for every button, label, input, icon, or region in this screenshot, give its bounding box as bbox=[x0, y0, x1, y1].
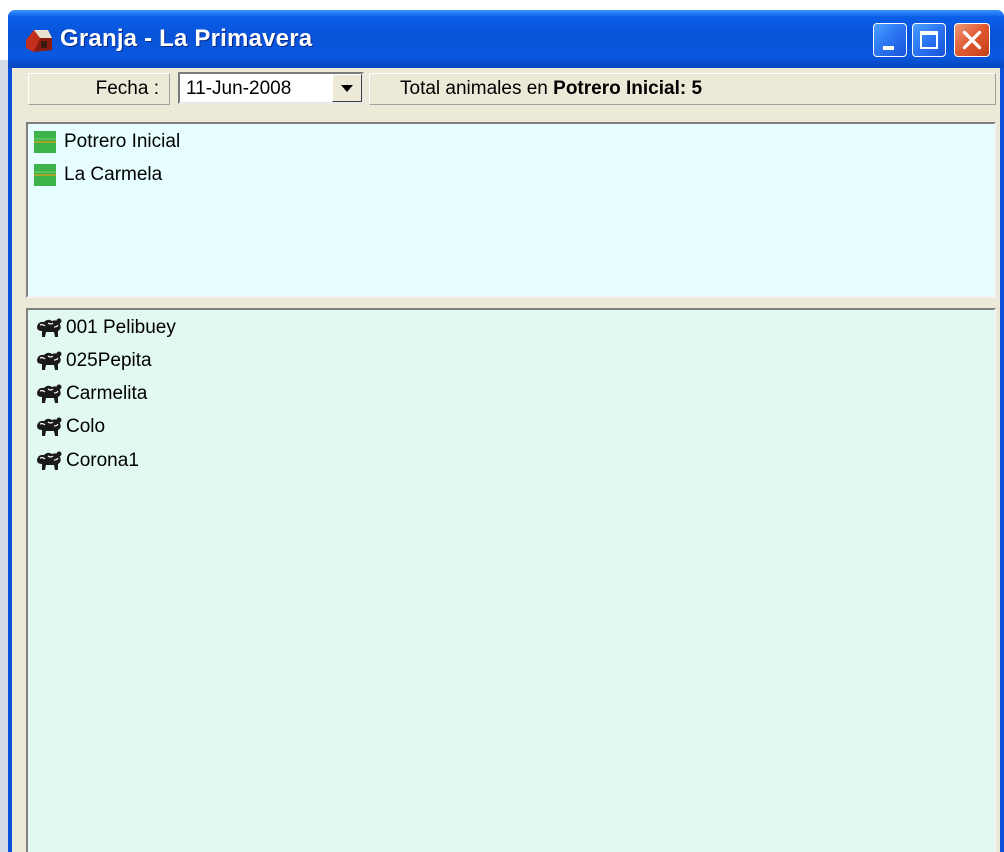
animal-icon bbox=[37, 451, 62, 470]
title-bar[interactable]: Granja - La Primavera bbox=[8, 10, 1004, 68]
animal-label: Corona1 bbox=[66, 450, 139, 471]
date-dropdown-button[interactable] bbox=[332, 74, 362, 102]
farm-house-icon bbox=[26, 30, 52, 52]
app-window: Granja - La Primavera Fecha : 11-Jun-200… bbox=[8, 10, 1004, 852]
toolbar: Fecha : 11-Jun-2008 Total animales en Po… bbox=[12, 68, 1000, 126]
window-title: Granja - La Primavera bbox=[60, 25, 313, 52]
pasture-icon bbox=[34, 164, 56, 186]
animal-label: 025Pepita bbox=[66, 350, 152, 371]
pasture-label: La Carmela bbox=[64, 164, 163, 185]
close-icon bbox=[962, 30, 982, 50]
pasture-label: Potrero Inicial bbox=[64, 131, 181, 152]
animal-list[interactable]: 001 Pelibuey 025Pepita Carmelita Colo Co… bbox=[26, 308, 996, 852]
animal-icon bbox=[37, 384, 62, 403]
animal-icon bbox=[37, 417, 62, 436]
animal-icon bbox=[37, 318, 62, 337]
pasture-icon bbox=[34, 131, 56, 153]
maximize-icon bbox=[920, 31, 938, 49]
minimize-icon bbox=[883, 46, 894, 50]
close-button[interactable] bbox=[954, 23, 990, 57]
maximize-button[interactable] bbox=[912, 23, 946, 57]
animal-label: Colo bbox=[66, 416, 106, 437]
pasture-list[interactable]: Potrero Inicial La Carmela bbox=[26, 122, 996, 298]
minimize-button[interactable] bbox=[873, 23, 907, 57]
chevron-down-icon bbox=[341, 85, 353, 92]
background-strip bbox=[0, 60, 8, 852]
window-client-area: Fecha : 11-Jun-2008 Total animales en Po… bbox=[12, 68, 1000, 852]
total-animals-count: Potrero Inicial: 5 bbox=[553, 78, 703, 99]
animal-icon bbox=[37, 351, 62, 370]
total-animals-status: Total animales en Potrero Inicial: 5 bbox=[369, 73, 996, 105]
date-label: Fecha : bbox=[28, 73, 170, 105]
animal-label: Carmelita bbox=[66, 383, 148, 404]
date-picker[interactable]: 11-Jun-2008 bbox=[178, 72, 364, 104]
pane-splitter[interactable] bbox=[26, 298, 996, 308]
total-animals-prefix: Total animales en bbox=[400, 78, 548, 99]
animal-label: 001 Pelibuey bbox=[66, 317, 176, 338]
date-value[interactable]: 11-Jun-2008 bbox=[186, 76, 291, 102]
